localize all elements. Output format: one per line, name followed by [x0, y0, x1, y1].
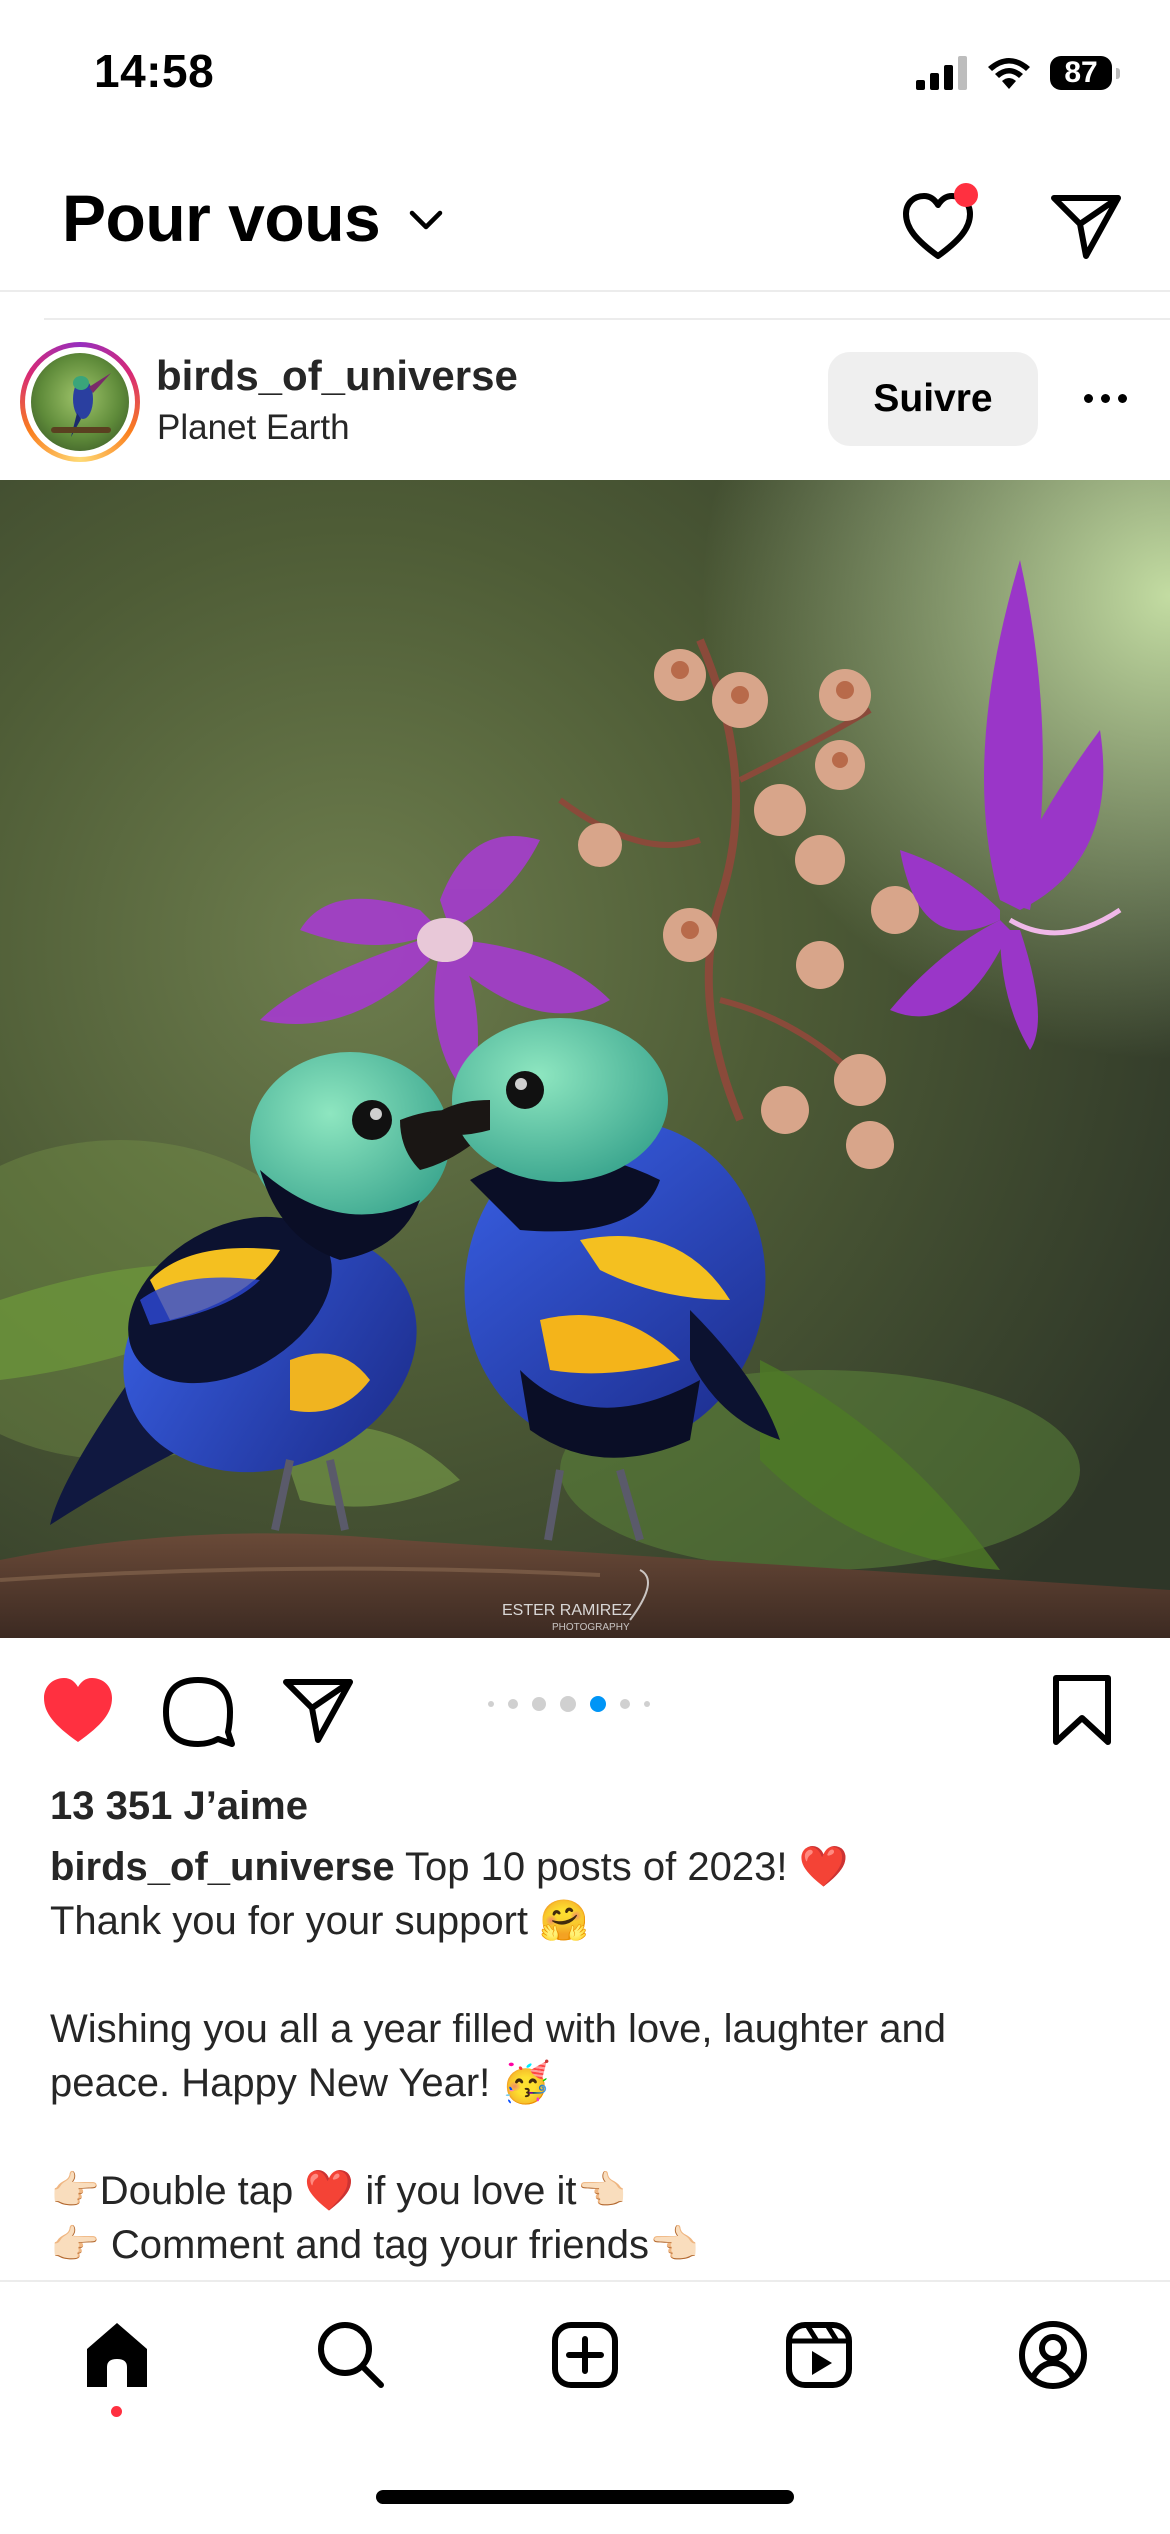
page-title[interactable]: Pour vous — [62, 180, 381, 256]
carousel-dot — [560, 1696, 576, 1712]
follow-button[interactable]: Suivre — [828, 352, 1038, 446]
status-time: 14:58 — [94, 45, 215, 97]
post-location[interactable]: Planet Earth — [157, 408, 350, 448]
caption-username[interactable]: birds_of_universe — [50, 1845, 395, 1889]
carousel-dot — [532, 1697, 546, 1711]
battery-level: 87 — [1064, 56, 1098, 89]
search-icon — [318, 2322, 384, 2388]
more-icon[interactable] — [1070, 378, 1140, 418]
home-icon — [87, 2323, 147, 2387]
profile-icon — [1019, 2321, 1087, 2389]
caption: birds_of_universe Top 10 posts of 2023! … — [50, 1840, 1130, 2272]
tab-home[interactable] — [72, 2310, 162, 2400]
post-image[interactable]: ESTER RAMIREZ PHOTOGRAPHY — [0, 480, 1170, 1638]
carousel-dot — [644, 1701, 650, 1707]
divider — [0, 290, 1170, 292]
send-icon[interactable] — [1046, 186, 1126, 266]
avatar[interactable] — [20, 342, 140, 462]
carousel-dot — [488, 1701, 494, 1707]
tab-search[interactable] — [306, 2310, 396, 2400]
bookmark-icon[interactable] — [1042, 1670, 1122, 1750]
caption-line: Top 10 posts of 2023! ❤️ — [404, 1845, 849, 1889]
caption-line: peace. Happy New Year! 🥳 — [50, 2061, 552, 2105]
create-icon — [552, 2322, 618, 2388]
post-username[interactable]: birds_of_universe — [156, 352, 518, 400]
carousel-indicator — [488, 1696, 650, 1712]
tab-reels[interactable] — [774, 2310, 864, 2400]
chevron-down-icon[interactable] — [408, 208, 444, 232]
carousel-dot — [508, 1699, 518, 1709]
likes-count[interactable]: 13 351 J’aime — [50, 1784, 308, 1829]
caption-line: Wishing you all a year filled with love,… — [50, 2007, 947, 2051]
status-icons: 87 — [916, 50, 1120, 96]
photo-credit-sub: PHOTOGRAPHY — [552, 1622, 630, 1633]
share-icon[interactable] — [278, 1670, 358, 1750]
wifi-icon — [988, 58, 1030, 89]
caption-line — [50, 1948, 1130, 2002]
signal-icon — [916, 56, 967, 90]
home-active-dot — [111, 2406, 122, 2417]
notification-dot — [954, 183, 978, 207]
comment-icon[interactable] — [158, 1670, 238, 1750]
caption-line: Thank you for your support 🤗 — [50, 1899, 589, 1943]
tab-profile[interactable] — [1008, 2310, 1098, 2400]
tab-create[interactable] — [540, 2310, 630, 2400]
caption-line: 👉🏻Double tap ❤️ if you love it👈🏻 — [50, 2169, 627, 2213]
caption-line: 👉🏻 Comment and tag your friends👈🏻 — [50, 2223, 699, 2267]
like-icon[interactable] — [38, 1670, 118, 1750]
carousel-dot — [620, 1699, 630, 1709]
photo-credit: ESTER RAMIREZ — [502, 1602, 632, 1619]
caption-line — [50, 2110, 1130, 2164]
avatar-image — [31, 353, 129, 451]
carousel-dot — [590, 1696, 606, 1712]
reels-icon — [786, 2322, 852, 2388]
battery-icon: 87 — [1050, 56, 1120, 90]
divider — [44, 318, 1170, 320]
home-indicator[interactable] — [376, 2490, 794, 2504]
